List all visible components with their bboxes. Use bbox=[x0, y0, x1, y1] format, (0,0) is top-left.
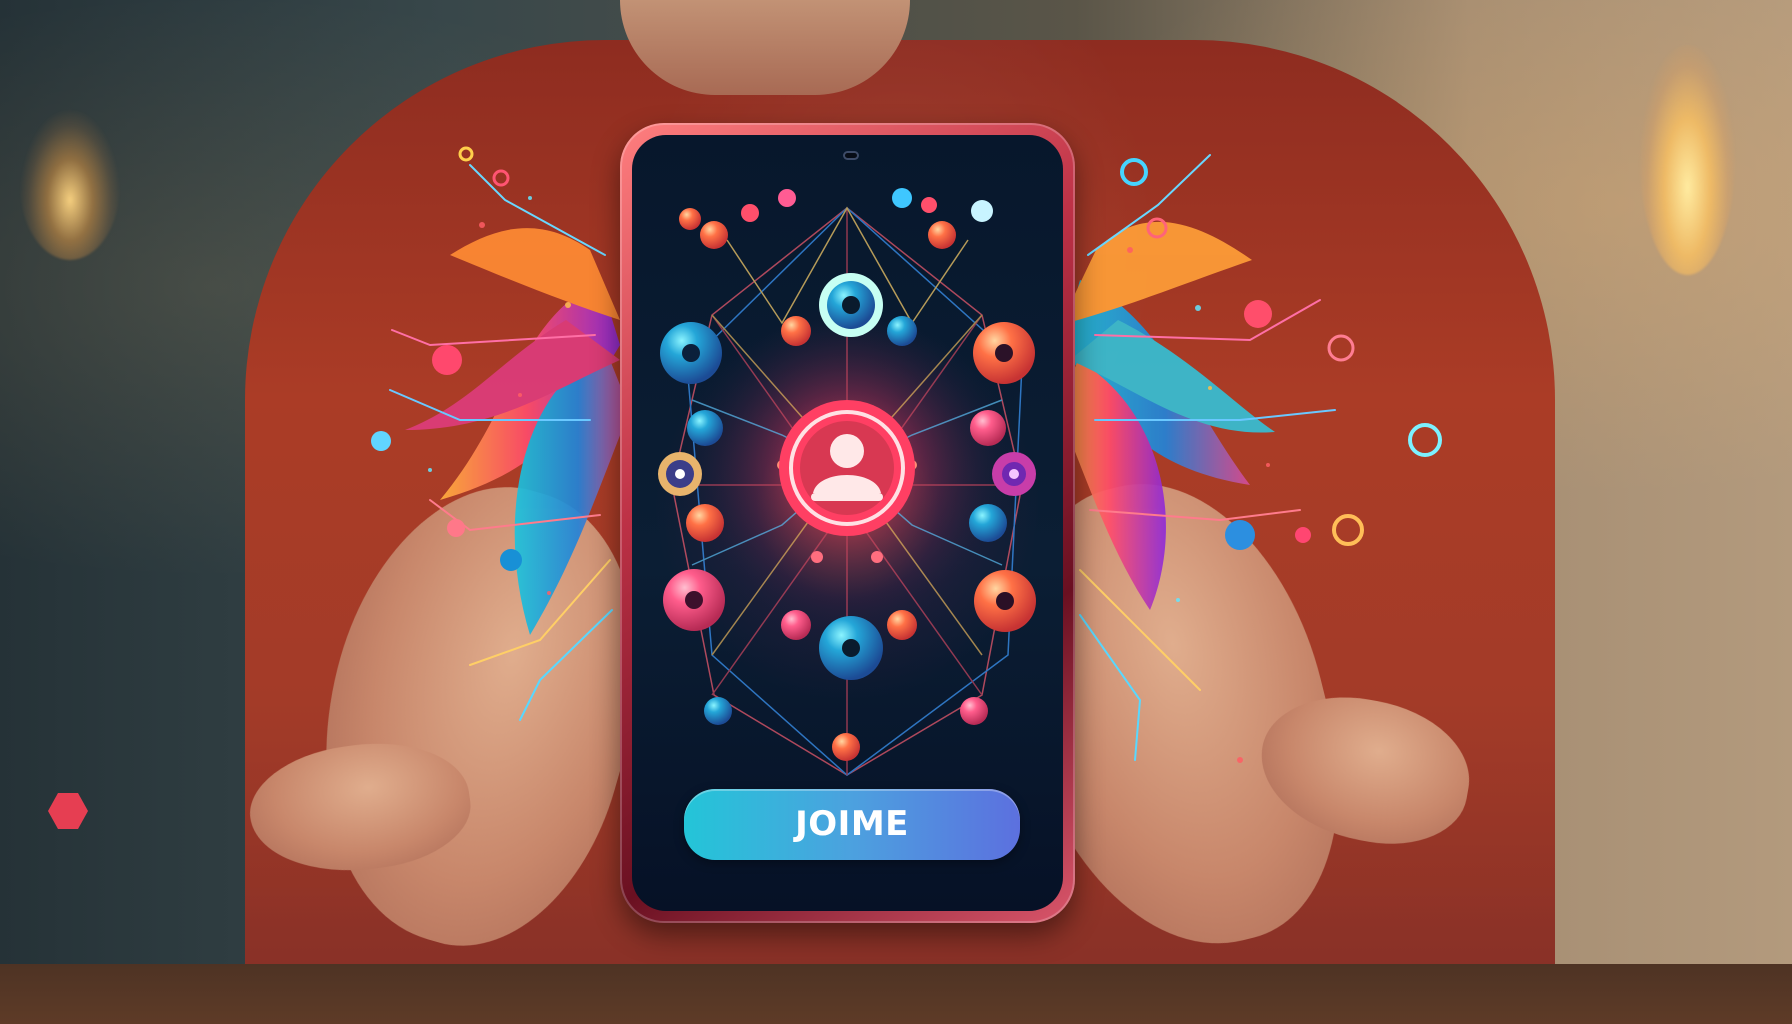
photo-scene: JOIME bbox=[0, 0, 1792, 1024]
join-button[interactable]: JOIME bbox=[684, 789, 1020, 860]
camera-icon bbox=[843, 151, 859, 160]
wooden-table-edge bbox=[0, 964, 1792, 1024]
profile-button[interactable] bbox=[779, 400, 915, 536]
right-light-bulb bbox=[1640, 45, 1735, 275]
floating-hexagon-dot bbox=[48, 793, 88, 829]
left-light-bulb bbox=[20, 110, 120, 260]
